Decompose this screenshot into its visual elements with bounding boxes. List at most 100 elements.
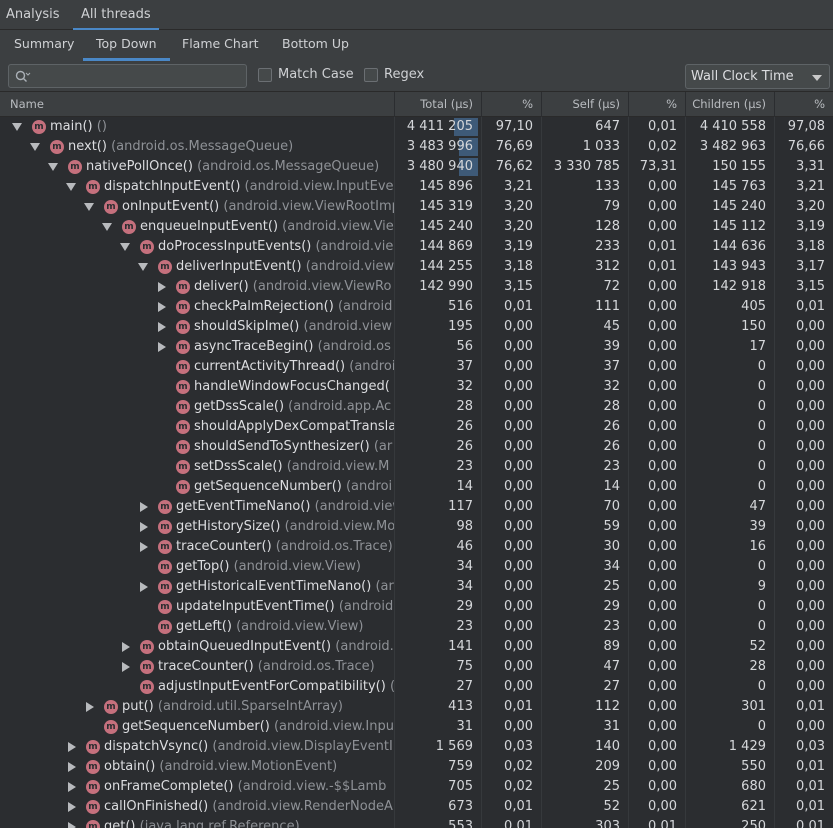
cell-children: 144 636: [712, 239, 766, 254]
expand-right-icon[interactable]: [68, 782, 76, 792]
expand-right-icon[interactable]: [68, 802, 76, 812]
expand-right-icon[interactable]: [140, 542, 148, 552]
expand-right-icon[interactable]: [158, 322, 166, 332]
regex-checkbox[interactable]: [364, 68, 378, 82]
expand-right-icon[interactable]: [140, 522, 148, 532]
table-row[interactable]: m put() (android.util.SparseIntArray) 413 0…: [0, 697, 833, 717]
table-row[interactable]: m obtainQueuedInputEvent() (android. 141 0,…: [0, 637, 833, 657]
table-row[interactable]: m getDssScale() (android.app.Ac 28 0,00 28 0,…: [0, 397, 833, 417]
expand-right-icon[interactable]: [140, 582, 148, 592]
table-row[interactable]: m getSequenceNumber() (androi 14 0,00 14 0,00…: [0, 477, 833, 497]
table-row[interactable]: m getHistoricalEventTimeNano() (ar 34 0,00 2…: [0, 577, 833, 597]
table-row[interactable]: m deliver() (android.view.ViewRo 142 990 3,…: [0, 277, 833, 297]
expand-right-icon[interactable]: [68, 822, 76, 828]
expand-down-icon[interactable]: [102, 223, 112, 231]
cell-self-pct: 0,00: [648, 519, 677, 534]
search-box[interactable]: [8, 64, 247, 88]
header-self-pct[interactable]: %: [628, 92, 685, 117]
table-row[interactable]: m getTop() (android.view.View) 34 0,00 34 0,0…: [0, 557, 833, 577]
tab-summary[interactable]: Summary: [14, 30, 74, 61]
regex-label[interactable]: Regex: [384, 67, 424, 82]
expand-down-icon[interactable]: [120, 243, 130, 251]
cell-total-pct: 0,00: [504, 499, 533, 514]
cell-children: 301: [741, 699, 766, 714]
header-children-pct[interactable]: %: [774, 92, 833, 117]
cell-children: 143 943: [712, 259, 766, 274]
method-icon: m: [176, 420, 190, 434]
expand-right-icon[interactable]: [158, 282, 166, 292]
table-row[interactable]: m getHistorySize() (android.view.Mo 98 0,00…: [0, 517, 833, 537]
table-row[interactable]: m next() (android.os.MessageQueue) 3 483 9…: [0, 137, 833, 157]
table-row[interactable]: madjustInputEventForCompatibility() (270…: [0, 677, 833, 697]
table-row[interactable]: m shouldSendToSynthesizer() (ar 26 0,00 26 0,…: [0, 437, 833, 457]
expand-right-icon[interactable]: [122, 642, 130, 652]
table-row[interactable]: m nativePollOnce() (android.os.MessageQue…: [0, 157, 833, 177]
table-row[interactable]: m callOnFinished() (android.view.RenderNo…: [0, 797, 833, 817]
table-row[interactable]: m obtain() (android.view.MotionEvent) 759 0…: [0, 757, 833, 777]
method-class: (android.util.SparseIntArray): [157, 699, 343, 714]
cell-children: 28: [749, 659, 766, 674]
table-row[interactable]: m shouldSkipIme() (android.view 195 0,00 45 0…: [0, 317, 833, 337]
search-input[interactable]: [37, 67, 242, 85]
expand-down-icon[interactable]: [48, 163, 58, 171]
match-case-label[interactable]: Match Case: [278, 67, 354, 82]
match-case-checkbox[interactable]: [258, 68, 272, 82]
expand-right-icon[interactable]: [68, 762, 76, 772]
header-children[interactable]: Children (µs): [685, 92, 774, 117]
table-row[interactable]: m traceCounter() (android.os.Trace) 75 0,00…: [0, 657, 833, 677]
table-row[interactable]: m getSequenceNumber() (android.view.Inpu 3…: [0, 717, 833, 737]
header-self[interactable]: Self (µs): [541, 92, 628, 117]
table-row[interactable]: m dispatchVsync() (android.view.DisplayEv…: [0, 737, 833, 757]
tab-all-threads[interactable]: All threads: [73, 0, 159, 30]
tab-flame-chart[interactable]: Flame Chart: [182, 30, 259, 61]
table-row[interactable]: m shouldApplyDexCompatTransla 26 0,00 26 0,0…: [0, 417, 833, 437]
expand-down-icon[interactable]: [138, 263, 148, 271]
method-icon: m: [158, 520, 172, 534]
cell-total-pct: 0,00: [504, 559, 533, 574]
tab-top-down[interactable]: Top Down: [83, 30, 170, 61]
tab-analysis[interactable]: Analysis: [6, 0, 60, 30]
expand-right-icon[interactable]: [140, 502, 148, 512]
cell-name: m traceCounter() (android.os.Trace): [0, 657, 394, 677]
table-row[interactable]: m setDssScale() (android.view.M 23 0,00 23 0,…: [0, 457, 833, 477]
table-row[interactable]: m asyncTraceBegin() (android.os 56 0,00 39 0,…: [0, 337, 833, 357]
expand-right-icon[interactable]: [68, 742, 76, 752]
table-row[interactable]: m getEventTimeNano() (android.view 117 0,00…: [0, 497, 833, 517]
table-row[interactable]: m dispatchInputEvent() (android.view.Inpu…: [0, 177, 833, 197]
expand-right-icon[interactable]: [158, 342, 166, 352]
table-row[interactable]: m getLeft() (android.view.View) 23 0,00 23 0,…: [0, 617, 833, 637]
table-row[interactable]: m traceCounter() (android.os.Trace) 46 0,00…: [0, 537, 833, 557]
expand-down-icon[interactable]: [84, 203, 94, 211]
expand-down-icon[interactable]: [12, 123, 22, 131]
expand-right-icon[interactable]: [122, 662, 130, 672]
table-row[interactable]: m enqueueInputEvent() (android.view.View 1…: [0, 217, 833, 237]
cell-name: m dispatchInputEvent() (android.view.Inpu…: [0, 177, 394, 197]
tab-bottom-up[interactable]: Bottom Up: [282, 30, 349, 61]
table-row[interactable]: m currentActivityThread() (androi 37 0,00 37…: [0, 357, 833, 377]
cell-total: 117: [448, 499, 473, 514]
cell-total: 26: [456, 439, 473, 454]
call-tree-table[interactable]: m main() () 4 411 205 97,10 647 0,01 4 410 558…: [0, 117, 833, 828]
table-row[interactable]: m handleWindowFocusChanged( 32 0,00 32 0,00 0…: [0, 377, 833, 397]
header-name[interactable]: Name: [0, 92, 394, 117]
table-row[interactable]: m deliverInputEvent() (android.view 144 25…: [0, 257, 833, 277]
expand-down-icon[interactable]: [30, 143, 40, 151]
table-row[interactable]: m get() (java.lang.ref.Reference) 553 0,01 3…: [0, 817, 833, 828]
table-row[interactable]: m onFrameComplete() (android.view.-$$Lamb…: [0, 777, 833, 797]
expand-right-icon[interactable]: [158, 302, 166, 312]
clock-type-dropdown[interactable]: Wall Clock Time: [685, 64, 830, 89]
table-row[interactable]: m doProcessInputEvents() (android.view 144…: [0, 237, 833, 257]
cell-children: 0: [757, 619, 766, 634]
table-row[interactable]: m checkPalmRejection() (android 516 0,01 111…: [0, 297, 833, 317]
cell-total-pct: 0,00: [504, 359, 533, 374]
table-row[interactable]: m onInputEvent() (android.view.ViewRootIm…: [0, 197, 833, 217]
cell-children-pct: 0,00: [796, 399, 825, 414]
header-total[interactable]: Total (µs): [394, 92, 481, 117]
table-row[interactable]: m main() () 4 411 205 97,10 647 0,01 4 410 558…: [0, 117, 833, 137]
header-total-pct[interactable]: %: [481, 92, 541, 117]
cell-children: 250: [741, 819, 766, 828]
table-row[interactable]: m updateInputEventTime() (android. 29 0,00 2…: [0, 597, 833, 617]
expand-right-icon[interactable]: [86, 702, 94, 712]
method-name: currentActivityThread(): [194, 359, 346, 374]
expand-down-icon[interactable]: [66, 183, 76, 191]
